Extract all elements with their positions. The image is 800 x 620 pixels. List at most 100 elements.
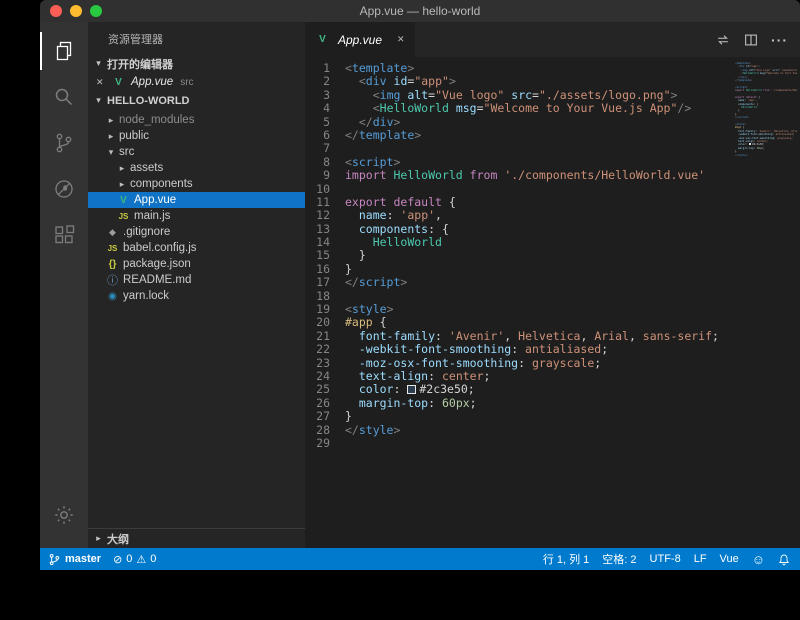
tree-item-package.json[interactable]: {}package.json: [88, 256, 305, 272]
tree-item-label: yarn.lock: [123, 290, 169, 302]
js-file-icon: JS: [105, 244, 120, 253]
tree-item-label: components: [130, 178, 193, 190]
open-editors-label: 打开的编辑器: [107, 56, 173, 72]
tree-item-main.js[interactable]: JSmain.js: [88, 208, 305, 224]
line-number: 13: [305, 223, 330, 236]
tree-item-yarn.lock[interactable]: ◉yarn.lock: [88, 288, 305, 304]
gear-icon: [52, 503, 76, 527]
line-number: 24: [305, 370, 330, 383]
tree-item-label: package.json: [123, 258, 191, 270]
activity-extensions-button[interactable]: [40, 212, 88, 258]
info-file-icon: ⓘ: [105, 272, 120, 288]
code-line: <img alt="Vue logo" src="./assets/logo.p…: [345, 89, 800, 102]
code-line: #app {: [345, 316, 800, 329]
chevron-down-icon: ▾: [105, 147, 117, 158]
eol-indicator[interactable]: LF: [694, 553, 707, 565]
open-editor-item[interactable]: ✕ V App.vue src: [88, 73, 305, 91]
color-swatch[interactable]: [749, 143, 751, 145]
code-line: import HelloWorld from './components/Hel…: [735, 89, 797, 92]
extensions-icon: [52, 223, 76, 247]
line-numbers: 1234567891011121314151617181920212223242…: [305, 62, 341, 548]
chevron-right-icon: ▸: [92, 533, 105, 544]
minimize-window-button[interactable]: [70, 5, 82, 17]
problems-indicator[interactable]: ⊘ 0 ⚠ 0: [113, 553, 156, 566]
close-tab-icon[interactable]: ✕: [397, 34, 405, 45]
split-editor-icon[interactable]: [743, 32, 759, 48]
tree-item-label: main.js: [134, 210, 170, 222]
outline-section[interactable]: ▸ 大纲: [88, 528, 305, 548]
tree-item-label: assets: [130, 162, 163, 174]
settings-button[interactable]: [40, 492, 88, 538]
tree-item-README.md[interactable]: ⓘREADME.md: [88, 272, 305, 288]
explorer-files-icon: [52, 39, 76, 63]
line-number: 14: [305, 236, 330, 249]
language-mode[interactable]: Vue: [720, 553, 739, 565]
project-root-label: HELLO-WORLD: [107, 95, 189, 107]
code-line: text-align: center;: [345, 370, 800, 383]
vue-file-icon: V: [111, 77, 126, 88]
code-line: </script>: [345, 276, 800, 289]
code-line: }: [345, 410, 800, 423]
line-number: 22: [305, 343, 330, 356]
tree-item-label: .gitignore: [123, 226, 170, 238]
tree-item-label: public: [119, 130, 149, 142]
code-line: HelloWorld: [345, 236, 800, 249]
encoding-indicator[interactable]: UTF-8: [650, 553, 681, 565]
tab-bar: V App.vue ✕ ···: [305, 22, 800, 57]
git-branch-icon: [52, 131, 76, 155]
open-editor-path: src: [180, 77, 193, 88]
line-number: 11: [305, 196, 330, 209]
activity-search-button[interactable]: [40, 74, 88, 120]
code-editor[interactable]: 1234567891011121314151617181920212223242…: [305, 57, 800, 548]
tree-item-label: App.vue: [134, 194, 176, 206]
activity-debug-button[interactable]: [40, 166, 88, 212]
git-branch-icon: [48, 553, 61, 566]
feedback-smiley-icon[interactable]: ☺: [752, 552, 765, 567]
minimap[interactable]: <template> <div id="app"> <img alt="Vue …: [735, 62, 797, 160]
tree-item-.gitignore[interactable]: ◆.gitignore: [88, 224, 305, 240]
debug-icon: [52, 177, 76, 201]
code-line: <HelloWorld msg="Welcome to Your Vue.js …: [345, 102, 800, 115]
sync-icon[interactable]: [715, 32, 731, 48]
explorer-sidebar: 资源管理器 ▾ 打开的编辑器 ✕ V App.vue src ▾ HELLO-W…: [88, 22, 305, 548]
line-number: 27: [305, 410, 330, 423]
code-content[interactable]: <template> <div id="app"> <img alt="Vue …: [345, 62, 800, 548]
code-line: </div>: [345, 116, 800, 129]
tree-item-src[interactable]: ▾src: [88, 144, 305, 160]
indentation-indicator[interactable]: 空格: 2: [602, 551, 636, 567]
line-number: 8: [305, 156, 330, 169]
tree-item-babel.config.js[interactable]: JSbabel.config.js: [88, 240, 305, 256]
status-bar: master ⊘ 0 ⚠ 0 行 1, 列 1 空格: 2 UTF-8 LF V…: [40, 548, 800, 570]
line-number: 2: [305, 75, 330, 88]
tree-item-node_modules[interactable]: ▸node_modules: [88, 112, 305, 128]
code-line: </style>: [345, 424, 800, 437]
close-window-button[interactable]: [50, 5, 62, 17]
more-actions-icon[interactable]: ···: [771, 32, 788, 48]
activity-source-control-button[interactable]: [40, 120, 88, 166]
line-number: 21: [305, 330, 330, 343]
tree-item-label: babel.config.js: [123, 242, 197, 254]
project-root-header[interactable]: ▾ HELLO-WORLD: [88, 91, 305, 110]
branch-indicator[interactable]: master: [48, 553, 101, 566]
zoom-window-button[interactable]: [90, 5, 102, 17]
tab-app-vue[interactable]: V App.vue ✕: [305, 22, 415, 57]
tree-item-components[interactable]: ▸components: [88, 176, 305, 192]
window-title: App.vue — hello-world: [360, 4, 481, 18]
line-number: 19: [305, 303, 330, 316]
open-editors-header[interactable]: ▾ 打开的编辑器: [88, 54, 305, 73]
cursor-position[interactable]: 行 1, 列 1: [543, 551, 589, 567]
chevron-right-icon: ▸: [105, 131, 117, 142]
code-line: name: 'app',: [345, 209, 800, 222]
window-controls: [50, 5, 102, 17]
notifications-bell-icon[interactable]: [778, 553, 790, 566]
color-swatch[interactable]: [407, 385, 416, 394]
tree-item-public[interactable]: ▸public: [88, 128, 305, 144]
code-line: font-family: 'Avenir', Helvetica, Arial,…: [345, 330, 800, 343]
close-editor-icon[interactable]: ✕: [96, 77, 111, 88]
code-line: <style>: [345, 303, 800, 316]
tree-item-App.vue[interactable]: VApp.vue: [88, 192, 305, 208]
file-tree: ▸node_modules▸public▾src▸assets▸componen…: [88, 110, 305, 528]
line-number: 20: [305, 316, 330, 329]
tree-item-assets[interactable]: ▸assets: [88, 160, 305, 176]
activity-explorer-button[interactable]: [40, 28, 88, 74]
